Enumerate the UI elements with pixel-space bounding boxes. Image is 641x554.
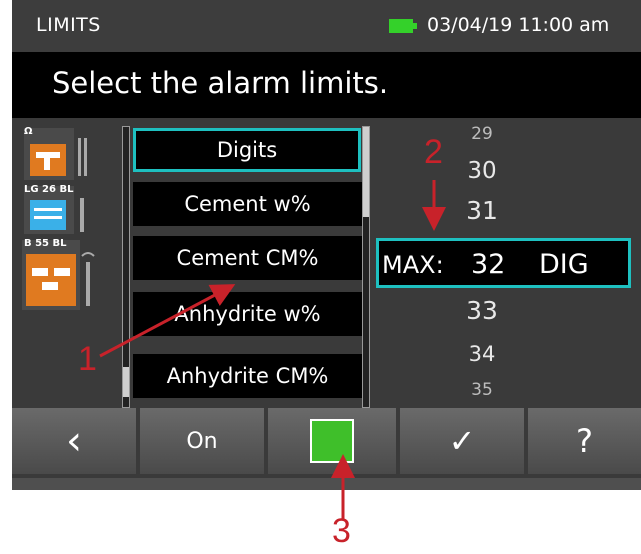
annotation-arrow-1 bbox=[99, 284, 236, 358]
annotation-label-2: 2 bbox=[424, 133, 443, 171]
annotation-label-1: 1 bbox=[78, 340, 97, 378]
annotation-arrows bbox=[99, 180, 446, 520]
annotation-label-3: 3 bbox=[332, 512, 351, 550]
